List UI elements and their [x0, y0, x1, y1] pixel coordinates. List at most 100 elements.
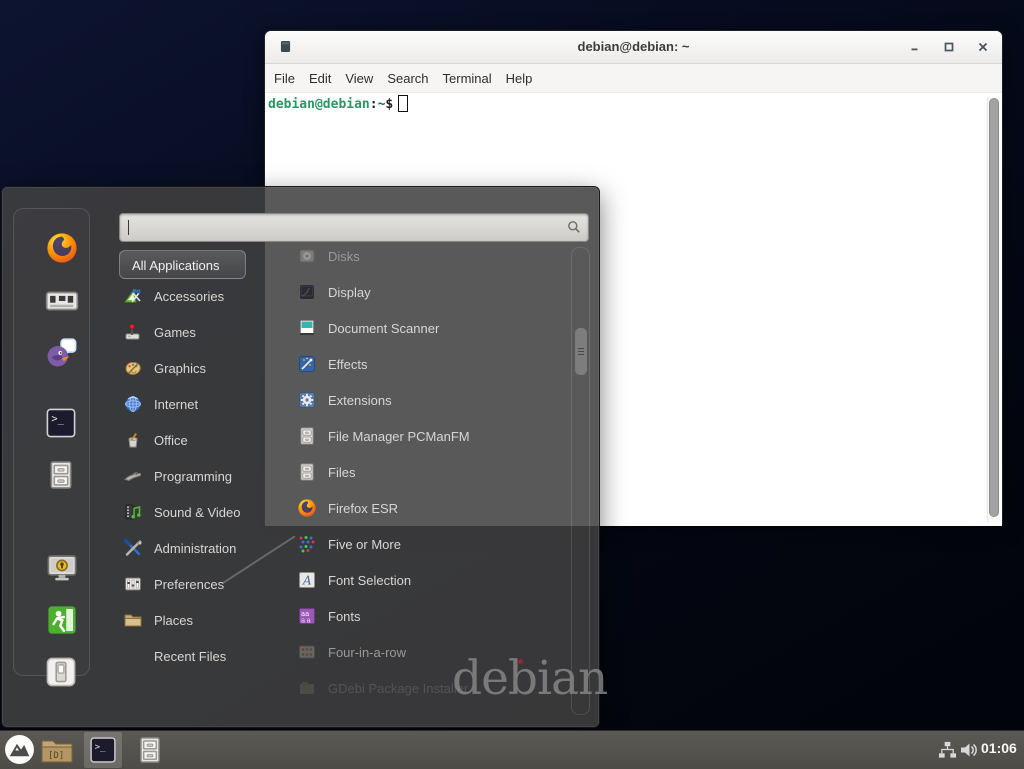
category-recent-files[interactable]: Recent Files — [119, 638, 269, 674]
maximize-icon[interactable] — [942, 40, 956, 54]
svg-text:a a: a a — [301, 617, 311, 625]
fonts-icon: aaa a — [297, 606, 317, 626]
app-label: Files — [328, 465, 355, 480]
category-programming[interactable]: Programming — [119, 458, 269, 494]
font-selection-icon: A — [297, 570, 317, 590]
disks-icon — [297, 246, 317, 266]
category-label: Games — [154, 325, 196, 340]
shut-down-icon[interactable] — [45, 656, 79, 690]
category-sound-video[interactable]: Sound & Video — [119, 494, 269, 530]
application-menu: >_ All Applications Accessories Games — [1, 186, 600, 728]
file-cabinet-icon[interactable] — [45, 459, 79, 493]
app-four-in-a-row[interactable]: Four-in-a-row — [264, 634, 572, 670]
minimize-icon[interactable] — [908, 40, 922, 54]
app-fonts[interactable]: aaa a Fonts — [264, 598, 572, 634]
app-label: Display — [328, 285, 371, 300]
category-label: Recent Files — [154, 649, 226, 664]
no-icon-spacer — [123, 646, 143, 666]
menu-file[interactable]: File — [267, 65, 302, 92]
terminal-taskbar-button[interactable]: >_ — [84, 732, 122, 768]
app-five-or-more[interactable]: Five or More — [264, 526, 572, 562]
text-caret — [128, 220, 129, 235]
preferences-icon — [123, 574, 143, 594]
app-files[interactable]: Files — [264, 454, 572, 490]
category-label: Administration — [154, 541, 236, 556]
category-internet[interactable]: Internet — [119, 386, 269, 422]
category-administration[interactable]: Administration — [119, 530, 269, 566]
app-label: Firefox ESR — [328, 501, 398, 516]
log-out-icon[interactable] — [45, 603, 79, 637]
app-label: Effects — [328, 357, 368, 372]
firefox-icon[interactable] — [45, 231, 79, 265]
app-disks[interactable]: Disks — [264, 238, 572, 274]
category-preferences[interactable]: Preferences — [119, 566, 269, 602]
document-scanner-icon — [297, 318, 317, 338]
file-cabinet-icon — [297, 462, 317, 482]
lock-screen-icon[interactable] — [45, 551, 79, 585]
office-icon — [123, 430, 143, 450]
category-list: Accessories Games Graphics Internet Offi… — [119, 278, 269, 674]
svg-text:>_: >_ — [95, 742, 106, 752]
extensions-icon — [297, 390, 317, 410]
app-label: Disks — [328, 249, 360, 264]
menu-button[interactable] — [4, 734, 35, 765]
terminal-icon[interactable]: >_ — [45, 407, 79, 441]
volume-icon[interactable] — [959, 741, 979, 759]
terminal-menubar: File Edit View Search Terminal Help — [265, 64, 1002, 93]
app-effects[interactable]: Effects — [264, 346, 572, 382]
mixer-icon[interactable] — [45, 284, 79, 318]
terminal-cursor — [398, 95, 408, 112]
file-cabinet-icon — [297, 426, 317, 446]
close-icon[interactable] — [976, 40, 990, 54]
menu-edit[interactable]: Edit — [302, 65, 338, 92]
category-label: Accessories — [154, 289, 224, 304]
files-icon[interactable] — [135, 735, 165, 765]
app-document-scanner[interactable]: Document Scanner — [264, 310, 572, 346]
category-office[interactable]: Office — [119, 422, 269, 458]
svg-text:A: A — [302, 574, 312, 588]
menu-scrollbar-thumb[interactable] — [574, 327, 588, 376]
app-firefox-esr[interactable]: Firefox ESR — [264, 490, 572, 526]
menu-help[interactable]: Help — [499, 65, 540, 92]
category-games[interactable]: Games — [119, 314, 269, 350]
app-font-selection[interactable]: A Font Selection — [264, 562, 572, 598]
app-display[interactable]: Display — [264, 274, 572, 310]
file-manager-folder-icon[interactable]: [D] — [39, 735, 75, 765]
category-accessories[interactable]: Accessories — [119, 278, 269, 314]
five-or-more-icon — [297, 534, 317, 554]
app-file-manager-pcmanfm[interactable]: File Manager PCManFM — [264, 418, 572, 454]
sound-video-icon — [123, 502, 143, 522]
app-label: Fonts — [328, 609, 361, 624]
clock[interactable]: 01:06 — [981, 740, 1017, 756]
menu-view[interactable]: View — [338, 65, 380, 92]
category-label: Sound & Video — [154, 505, 241, 520]
category-label: Places — [154, 613, 193, 628]
app-label: GDebi Package Installer — [328, 681, 468, 696]
app-gdebi-package-installer[interactable]: GDebi Package Installer — [264, 670, 572, 706]
category-label: Office — [154, 433, 188, 448]
pidgin-icon[interactable] — [45, 335, 79, 369]
category-label: Internet — [154, 397, 198, 412]
category-places[interactable]: Places — [119, 602, 269, 638]
menu-search[interactable]: Search — [380, 65, 435, 92]
window-title: debian@debian: ~ — [265, 39, 1002, 54]
terminal-scrollbar[interactable] — [987, 97, 1000, 522]
category-label: Programming — [154, 469, 232, 484]
graphics-icon — [123, 358, 143, 378]
internet-icon — [123, 394, 143, 414]
app-label: Document Scanner — [328, 321, 439, 336]
terminal-titlebar[interactable]: debian@debian: ~ — [265, 31, 1002, 64]
category-graphics[interactable]: Graphics — [119, 350, 269, 386]
favorites-sidebar: >_ — [13, 208, 90, 676]
svg-text:>_: >_ — [51, 413, 64, 425]
menu-scrollbar-track[interactable] — [571, 247, 590, 715]
effects-icon — [297, 354, 317, 374]
app-label: Five or More — [328, 537, 401, 552]
administration-icon — [123, 538, 143, 558]
places-icon — [123, 610, 143, 630]
network-icon[interactable] — [938, 741, 957, 759]
app-extensions[interactable]: Extensions — [264, 382, 572, 418]
menu-terminal[interactable]: Terminal — [436, 65, 499, 92]
all-applications-button[interactable]: All Applications — [119, 250, 246, 279]
terminal-scrollbar-thumb[interactable] — [989, 98, 999, 517]
